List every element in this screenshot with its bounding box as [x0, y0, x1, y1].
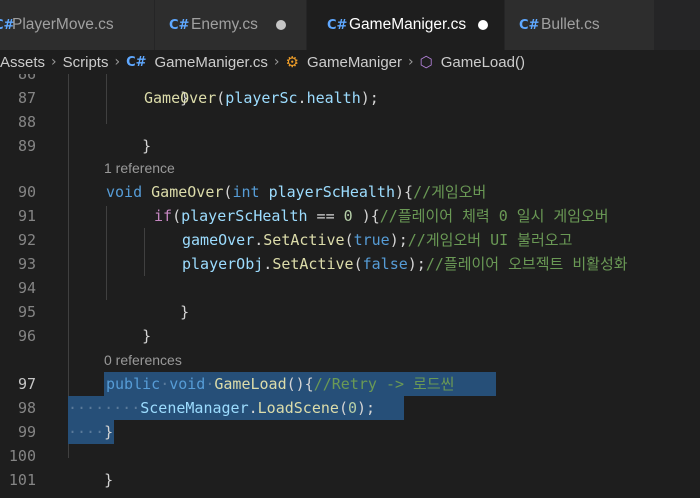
- tab-playermove[interactable]: C# PlayerMove.cs: [0, 0, 155, 50]
- line-number: 98: [17, 399, 36, 417]
- chevron-right-icon: ›: [51, 54, 57, 70]
- breadcrumb-method[interactable]: GameLoad(): [441, 54, 525, 71]
- codelens-references[interactable]: 1 reference: [104, 160, 175, 176]
- tab-label: GameManiger.cs: [349, 16, 467, 33]
- line-number: 86: [17, 74, 36, 83]
- line-number: 93: [17, 255, 36, 273]
- unsaved-dot-icon[interactable]: [275, 20, 286, 30]
- breadcrumb-file[interactable]: GameManiger.cs: [155, 54, 268, 71]
- line-number: 96: [17, 327, 36, 345]
- line-number: 90: [17, 183, 36, 201]
- line-number: 99: [17, 423, 36, 441]
- tab-bullet[interactable]: C# Bullet.cs: [505, 0, 655, 50]
- code-line: public·void·GameLoad(){//Retry -> 로드씬: [106, 375, 455, 393]
- line-number: 95: [17, 303, 36, 321]
- chevron-right-icon: ›: [408, 54, 414, 70]
- code-line: }: [180, 303, 190, 321]
- code-line: }: [104, 471, 114, 489]
- chevron-right-icon: ›: [114, 54, 121, 70]
- code-line: playerObj.SetActive(false);//플레이어 오브젝트 비…: [182, 255, 628, 273]
- code-editor[interactable]: 86 87 88 89 90 91 92 93 94 95 96 97 98 9…: [0, 74, 700, 498]
- line-number: 91: [17, 207, 36, 225]
- breadcrumb-scripts[interactable]: Scripts: [63, 54, 109, 71]
- line-number: 100: [8, 447, 36, 465]
- csharp-file-icon: C#: [327, 17, 348, 33]
- csharp-file-icon: C#: [126, 54, 147, 70]
- tab-gamemaniger[interactable]: C# GameManiger.cs: [307, 0, 505, 50]
- line-number: 89: [17, 137, 36, 155]
- class-symbol-icon: ⚙: [285, 53, 299, 71]
- csharp-file-icon: C#: [0, 17, 15, 33]
- csharp-file-icon: C#: [519, 17, 540, 33]
- breadcrumb-assets[interactable]: Assets: [0, 54, 45, 71]
- tab-label: Bullet.cs: [541, 16, 600, 33]
- line-number: 94: [17, 279, 36, 297]
- code-line: GameOver(playerSc.health);: [144, 89, 379, 107]
- code-line: gameOver.SetActive(true);//게임오버 UI 불러오고: [182, 231, 573, 249]
- code-line: }: [142, 137, 152, 155]
- line-number-current: 97: [17, 375, 36, 393]
- code-line: void GameOver(int playerScHealth){//게임오버: [106, 183, 487, 201]
- indent-guide: [106, 206, 107, 300]
- line-number: 88: [17, 113, 36, 131]
- codelens-references[interactable]: 0 references: [104, 352, 182, 368]
- tab-label: Enemy.cs: [191, 16, 258, 33]
- chevron-right-icon: ›: [273, 54, 280, 70]
- breadcrumb-class[interactable]: GameManiger: [307, 54, 402, 71]
- breadcrumb: Assets › Scripts › C# GameManiger.cs › ⚙…: [0, 50, 700, 74]
- tab-enemy[interactable]: C# Enemy.cs: [155, 0, 307, 50]
- csharp-file-icon: C#: [169, 17, 190, 33]
- line-number: 87: [17, 89, 36, 107]
- code-line: ····}: [68, 423, 114, 441]
- line-number: 101: [8, 471, 36, 489]
- method-symbol-icon: ⬡: [419, 53, 433, 71]
- unsaved-dot-icon[interactable]: [478, 20, 489, 30]
- code-line: if(playerScHealth == 0 ){//플레이어 체력 0 일시 …: [154, 207, 609, 225]
- code-line: ········SceneManager.LoadScene(0);: [68, 399, 376, 417]
- indent-guide: [144, 228, 145, 276]
- code-line: }: [180, 89, 190, 107]
- tab-label: PlayerMove.cs: [12, 16, 114, 33]
- line-number: 92: [17, 231, 36, 249]
- code-line: }: [142, 327, 152, 345]
- tab-bar: C# PlayerMove.cs C# Enemy.cs C# GameMani…: [0, 0, 700, 50]
